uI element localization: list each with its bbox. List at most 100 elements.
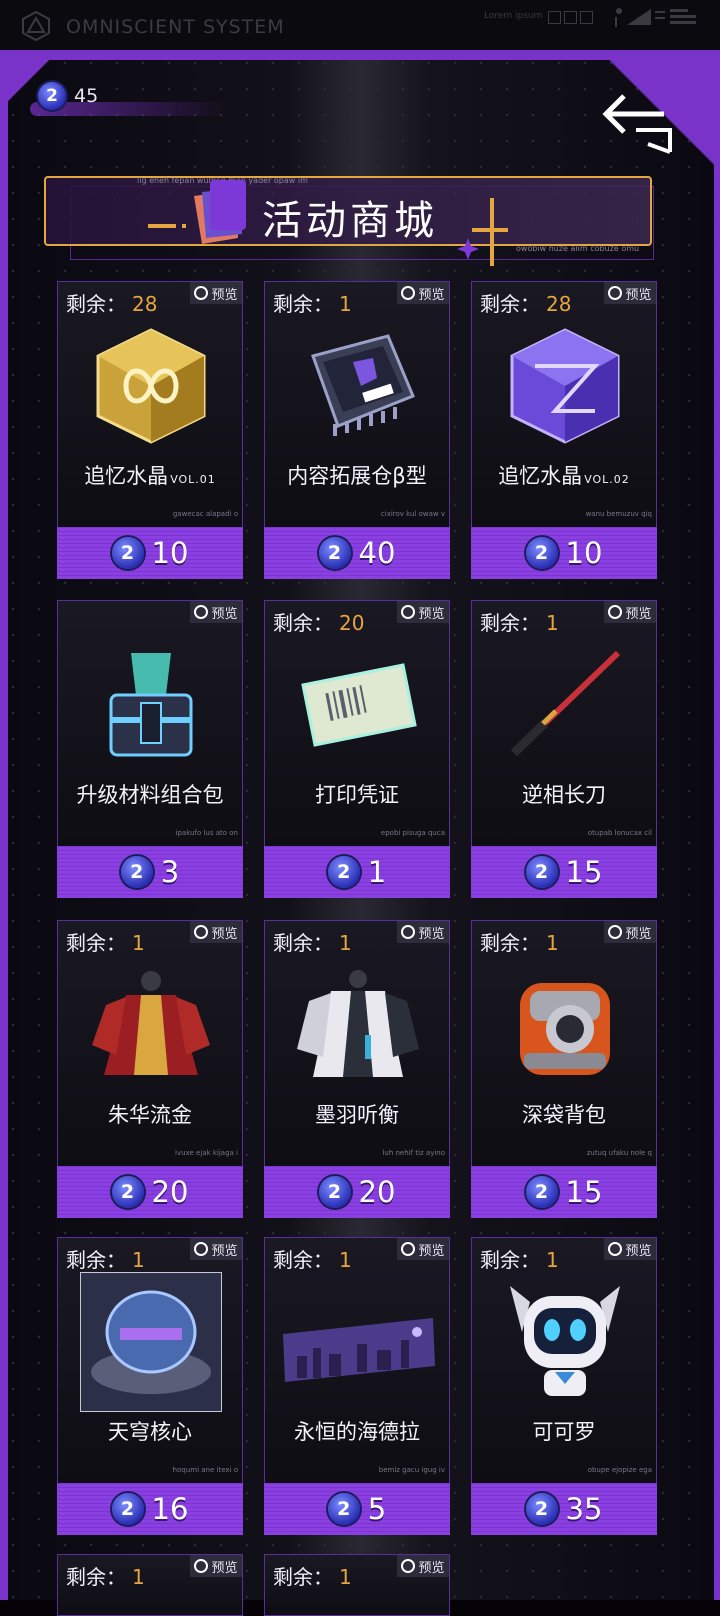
buy-button[interactable]: 2 5 — [264, 1483, 450, 1535]
search-icon — [401, 605, 416, 619]
remain-count: 剩余： 1 — [273, 292, 352, 316]
item-name: 追忆水晶 VOL.02 — [498, 464, 630, 488]
search-icon — [194, 286, 209, 300]
preview-button[interactable]: 预览 — [190, 1555, 242, 1577]
coin-2-icon: 2 — [327, 1493, 360, 1525]
item-name: 打印凭证 — [315, 783, 399, 807]
shop-item-card[interactable]: 剩余： 1 预览 — [264, 1554, 450, 1616]
material-box-icon — [109, 653, 193, 757]
item-tiny-text: zutuq ufaku nole q — [586, 1149, 652, 1157]
search-icon — [608, 925, 623, 939]
sparkle-icon — [457, 198, 508, 266]
item-tiny-text: luh nehif tiz ayino — [382, 1149, 445, 1157]
price-value: 15 — [565, 1175, 603, 1209]
shop-item-card[interactable]: 剩余： 1 预览 可可罗 obupe ejopize ega 2 35 — [471, 1237, 657, 1537]
buy-button[interactable]: 2 15 — [471, 1166, 657, 1218]
remain-count: 剩余： 1 — [273, 1248, 352, 1272]
preview-button[interactable]: 预览 — [190, 282, 242, 304]
preview-button[interactable]: 预览 — [604, 921, 656, 943]
buy-button[interactable]: 2 40 — [264, 527, 450, 579]
item-name: 深袋背包 — [522, 1103, 606, 1127]
preview-button[interactable]: 预览 — [190, 1238, 242, 1260]
item-tiny-text: bemiz gacu igug iv — [378, 1466, 445, 1474]
shop-item-card[interactable]: 剩余： 1 预览 永恒的海德拉 bemiz gacu igug iv 2 5 — [264, 1237, 450, 1537]
item-tiny-text: ipakufo lus ato on — [175, 829, 238, 837]
purple-crystal-icon — [510, 328, 620, 444]
city-banner-icon — [283, 1318, 435, 1382]
coin-2-icon: 2 — [111, 1493, 144, 1525]
item-name: 可可罗 — [532, 1420, 596, 1444]
buy-button[interactable]: 2 3 — [57, 846, 243, 898]
shop-item-card[interactable]: 剩余： 1 预览 朱华流金 ivuxe ejak kijaga i 2 20 — [57, 920, 243, 1220]
price-value: 20 — [151, 1175, 189, 1209]
coin-2-icon: 2 — [525, 856, 558, 888]
coin-2-icon: 2 — [111, 1176, 144, 1208]
window-controls — [548, 9, 596, 28]
price-value: 1 — [367, 855, 387, 889]
remain-count: 剩余： 1 — [480, 1248, 559, 1272]
buy-button[interactable]: 2 10 — [57, 527, 243, 579]
buy-button[interactable]: 2 20 — [264, 1166, 450, 1218]
preview-button[interactable]: 预览 — [190, 601, 242, 623]
price-value: 40 — [358, 536, 396, 570]
preview-button[interactable]: 预览 — [397, 1555, 449, 1577]
remain-count: 剩余： 1 — [66, 1565, 145, 1589]
preview-button[interactable]: 预览 — [604, 1238, 656, 1260]
preview-button[interactable]: 预览 — [604, 282, 656, 304]
preview-button[interactable]: 预览 — [397, 1238, 449, 1260]
item-name: 朱华流金 — [108, 1103, 192, 1127]
shop-item-card[interactable]: 剩余： 1 预览 — [57, 1554, 243, 1616]
shop-item-card[interactable]: 剩余： 28 预览 追忆水晶 VOL.02 wanu bemuzuv qiq 2 1… — [471, 281, 657, 581]
shop-item-card[interactable]: 剩余： 1 预览 逆相长刀 otupab lonucax cil 2 15 — [471, 600, 657, 900]
white-outfit-icon — [297, 970, 419, 1077]
buy-button[interactable]: 2 10 — [471, 527, 657, 579]
remain-count: 剩余： 1 — [480, 611, 559, 635]
price-value: 35 — [565, 1492, 603, 1526]
buy-button[interactable]: 2 20 — [57, 1166, 243, 1218]
search-icon — [194, 605, 209, 619]
shop-item-card[interactable]: 剩余： 20 预览 打印凭证 epobi pisuga quca 2 1 — [264, 600, 450, 900]
search-icon — [194, 925, 209, 939]
remain-count: 剩余： 1 — [273, 1565, 352, 1589]
search-icon — [194, 1559, 209, 1573]
item-tiny-text: obupe ejopize ega — [587, 1466, 652, 1474]
preview-button[interactable]: 预览 — [397, 601, 449, 623]
buy-button[interactable]: 2 16 — [57, 1483, 243, 1535]
title-tiny-text: owobiw huze alim cobuze omu — [516, 244, 640, 253]
preview-button[interactable]: 预览 — [190, 921, 242, 943]
buy-button[interactable]: 2 35 — [471, 1483, 657, 1535]
search-icon — [608, 1242, 623, 1256]
price-value: 5 — [367, 1492, 387, 1526]
remain-count: 剩余： 28 — [66, 292, 158, 316]
currency-balance: 2 45 — [38, 82, 98, 110]
preview-button[interactable]: 预览 — [604, 601, 656, 623]
item-name: 内容拓展仓β型 — [287, 464, 427, 488]
shop-item-card[interactable]: 剩余： 28 预览 追忆水晶 VOL.01 gawecac alapadi o 2 … — [57, 281, 243, 581]
remain-count: 剩余： 1 — [273, 931, 352, 955]
preview-button[interactable]: 预览 — [397, 921, 449, 943]
item-name: 逆相长刀 — [522, 783, 606, 807]
shop-item-card[interactable]: 预览 升级材料组合包 ipakufo lus ato on 2 3 — [57, 600, 243, 900]
katana-icon — [510, 650, 621, 757]
remain-count: 剩余： 1 — [66, 931, 145, 955]
buy-button[interactable]: 2 1 — [264, 846, 450, 898]
search-icon — [401, 1242, 416, 1256]
shop-item-card[interactable]: 剩余： 1 预览 天穹核心 hoqumi ane itexi o 2 16 — [57, 1237, 243, 1537]
coin-2-icon: 2 — [525, 1176, 558, 1208]
dome-core-icon — [80, 1272, 222, 1412]
buy-button[interactable]: 2 15 — [471, 846, 657, 898]
shop-item-card[interactable]: 剩余： 1 预览 深袋背包 zutuq ufaku nole q 2 15 — [471, 920, 657, 1220]
preview-button[interactable]: 预览 — [397, 282, 449, 304]
print-ticket-icon — [301, 663, 417, 747]
top-bar: OMNISCIENT SYSTEM Lorem ipsum — [0, 0, 720, 50]
item-tiny-text: gawecac alapadi o — [172, 510, 238, 518]
price-value: 10 — [151, 536, 189, 570]
shop-item-card[interactable]: 剩余： 1 预览 墨羽听衡 luh nehif tiz ayino 2 20 — [264, 920, 450, 1220]
backpack-icon — [520, 983, 610, 1075]
shop-item-card[interactable]: 剩余： 1 预览 内容拓展仓β型 cixirov kul owaw v 2 40 — [264, 281, 450, 581]
back-arrow-icon[interactable] — [600, 88, 680, 158]
item-tiny-text: epobi pisuga quca — [380, 829, 445, 837]
coin-2-icon: 2 — [327, 856, 360, 888]
item-name: 升级材料组合包 — [76, 783, 224, 807]
chip-mkb-icon — [311, 334, 415, 436]
